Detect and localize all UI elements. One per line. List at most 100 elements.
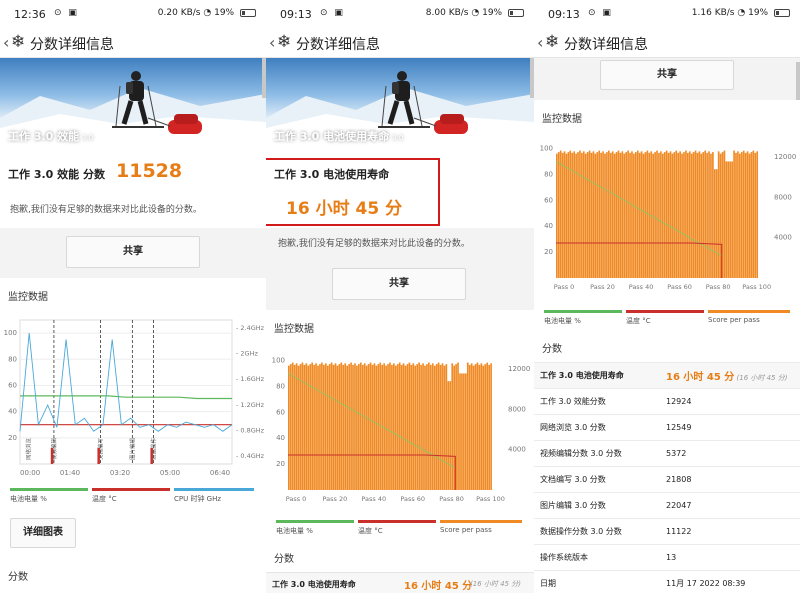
network-speed: 8.00 KB/s (425, 8, 469, 18)
score-notice: 抱歉,我们没有足够的数据来对比此设备的分数。 (10, 205, 202, 215)
score-bar (367, 364, 370, 490)
score-bar (393, 363, 395, 490)
score-bar (650, 151, 653, 278)
battery-monitor-chart: 100 80 60 40 20 12000 8000 4000 Pass 0 Pass 20 Pas… (540, 142, 796, 291)
score-row-value: 16 小时 45 分 (404, 581, 473, 592)
score-bar (385, 365, 387, 490)
legend-battery: 电池电量 % (544, 310, 622, 326)
monitor-title: 监控数据 (542, 114, 582, 125)
score-bar (611, 151, 614, 278)
score-bar (291, 362, 294, 490)
score-bar (640, 151, 643, 278)
network-speed: 1.16 KB/s (691, 8, 735, 18)
score-row: 工作 3.0 电池使用寿命 16 小时 45 分 (16 小时 45 分) (266, 572, 534, 593)
score-bar (621, 151, 624, 278)
score-bar (375, 365, 378, 490)
score-bar (451, 363, 454, 490)
score-value-text: 11122 (666, 527, 692, 536)
title-bar: ‹ ❄ 分数详细信息 (534, 28, 800, 58)
wifi-icon: ◔ (471, 8, 480, 18)
score-bar (441, 363, 444, 490)
score-bar (577, 152, 579, 278)
network-speed: 0.20 KB/s (157, 8, 201, 18)
score-bar (712, 152, 714, 278)
score-bar (744, 152, 747, 278)
score-row: 操作系统版本 13 (534, 544, 800, 571)
snowflake-logo-icon: ❄ (545, 32, 560, 52)
score-row-label: 视频编辑分数 3.0 分数 (534, 440, 666, 467)
y-tick-label: 100 (272, 356, 285, 364)
battery-monitor-chart: 100 80 60 40 20 12000 8000 4000 Pass 0 Pass 20 Pas… (272, 354, 530, 503)
share-button[interactable]: 共享 (66, 236, 200, 268)
share-button[interactable]: 共享 (600, 60, 734, 90)
score-bar (369, 362, 372, 490)
battery-icon (508, 8, 524, 17)
score-bar (389, 362, 391, 490)
score-bar (373, 363, 376, 490)
score-bar (609, 152, 612, 278)
score-bar (600, 152, 602, 278)
title-bar: ‹ ❄ 分数详细信息 (266, 28, 534, 58)
score-bar (613, 153, 616, 278)
score-bar (629, 152, 631, 278)
score-bar (596, 152, 599, 278)
score-bar (677, 152, 680, 278)
battery-percent: 19% (748, 8, 769, 18)
legend-temperature: 温度 °C (626, 310, 704, 326)
score-bar (356, 365, 358, 490)
score-bar (416, 364, 419, 490)
score-row-label: 日期 (534, 570, 666, 593)
score-bar (671, 153, 674, 278)
hero-title-text: 工作 3.0 效能 (8, 130, 80, 143)
score-bar (556, 153, 558, 278)
score-bar (669, 151, 672, 278)
legend-cpu: CPU 时钟 GHz (174, 488, 254, 504)
y2-tick-label: - 1.2GHz (236, 401, 265, 409)
score-bar (696, 152, 699, 278)
back-icon[interactable]: ‹ (537, 33, 543, 52)
score-bar (750, 152, 753, 278)
hero-title: 工作 3.0 电池使用寿命 3.0 (274, 128, 403, 144)
phase-label: 网络浏览 (25, 437, 33, 460)
temperature-marker (97, 448, 100, 464)
score-bar (608, 150, 610, 278)
y-tick-label: 20 (544, 248, 553, 256)
legend-score-label: Score per pass (708, 316, 760, 324)
share-button[interactable]: 共享 (332, 268, 466, 300)
score-bar (418, 362, 420, 490)
score-bar (468, 364, 471, 490)
score-bar (746, 151, 749, 278)
y-tick-label: 60 (8, 381, 17, 389)
score-row-label: 网络浏览 3.0 分数 (534, 414, 666, 441)
score-bar (289, 364, 292, 490)
score-bar (567, 152, 570, 278)
score-bar (404, 365, 407, 490)
x-tick-label: Pass 0 (554, 283, 575, 291)
y2-tick-label: - 2GHz (236, 350, 258, 358)
back-icon[interactable]: ‹ (269, 33, 275, 52)
hero-version: 3.0 (392, 134, 404, 142)
score-value-text: 5372 (666, 449, 687, 458)
y-tick-label: 100 (540, 144, 553, 152)
back-icon[interactable]: ‹ (3, 33, 9, 52)
wifi-icon: ◔ (737, 8, 746, 18)
x-tick-label: Pass 100 (742, 283, 771, 291)
battery-percent: 19% (482, 8, 503, 18)
score-row-value: 22047 (666, 492, 800, 519)
status-app-icons: ⊙ ▣ (320, 8, 345, 18)
x-tick-label: 00:00 (20, 469, 40, 477)
phase-label: 图片编辑 (128, 437, 136, 460)
x-tick-label: Pass 60 (667, 283, 692, 291)
score-row-label: 工作 3.0 电池使用寿命 (272, 580, 356, 589)
score-bar (717, 151, 720, 278)
status-app-icons: ⊙ ▣ (588, 8, 613, 18)
status-bar: 09:13 ⊙ ▣ 8.00 KB/s ◔ 19% (266, 0, 534, 28)
detail-chart-button[interactable]: 详细图表 (10, 518, 76, 548)
score-bar (387, 364, 389, 490)
score-bar (288, 365, 290, 490)
score-row-label: 工作 3.0 效能分数 (534, 388, 666, 415)
score-bar (660, 151, 662, 278)
score-bar (328, 364, 331, 490)
score-row-label: 文档编写 3.0 分数 (534, 466, 666, 493)
scrollbar[interactable] (796, 62, 800, 102)
